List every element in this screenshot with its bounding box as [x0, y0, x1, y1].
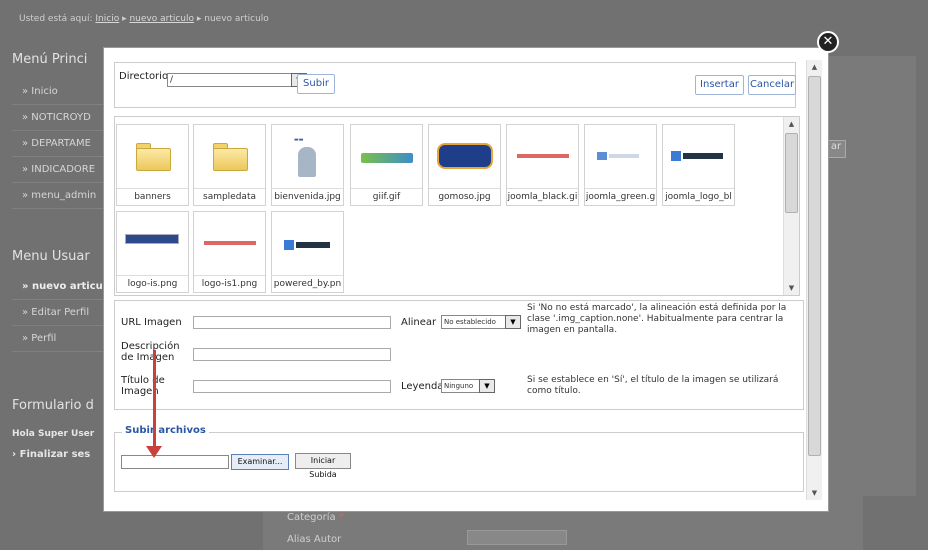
descripcion-input[interactable] — [193, 348, 391, 361]
annotation-arrowhead — [146, 446, 162, 458]
categoria-label: Categoría * — [287, 512, 344, 523]
sidebar-menu-usuario: Menu Usuar » nuevo articu » Editar Perfi… — [12, 249, 107, 352]
breadcrumb-link-inicio[interactable]: Inicio — [95, 14, 119, 24]
chevron-down-icon: ▼ — [505, 315, 521, 329]
image-properties: URL Imagen Alinear No establecido ▼ Si '… — [114, 300, 804, 410]
url-label: URL Imagen — [121, 317, 182, 328]
titulo-input[interactable] — [193, 380, 391, 393]
sidebar-heading: Formulario d — [12, 398, 94, 413]
sidebar-menu-principal: Menú Princi » Inicio » NOTICROYD » DEPAR… — [12, 52, 107, 209]
upload-legend: Subir archivos — [122, 425, 209, 436]
logout-button[interactable]: › Finalizar ses — [12, 449, 107, 460]
file-item[interactable]: joomla_logo_bl — [662, 124, 735, 206]
scroll-up-icon[interactable]: ▲ — [807, 60, 822, 74]
breadcrumb-prefix: Usted está aquí: — [19, 14, 93, 24]
chevron-down-icon: ▼ — [479, 379, 495, 393]
leyenda-note: Si se establece en 'Sí', el título de la… — [527, 375, 779, 396]
file-item[interactable]: banners — [116, 124, 189, 206]
leyenda-label: Leyenda — [401, 381, 444, 392]
scroll-down-icon[interactable]: ▼ — [807, 486, 822, 500]
sidebar-item-inicio[interactable]: » Inicio — [12, 79, 107, 105]
dialog-scrollbar[interactable]: ▲ ▼ — [806, 60, 822, 500]
sidebar-item-menu-admin[interactable]: » menu_admin — [12, 183, 107, 209]
image-thumbnail — [429, 125, 500, 189]
close-icon[interactable]: ✕ — [817, 31, 839, 53]
file-item[interactable]: joomla_green.g — [584, 124, 657, 206]
cancelar-button[interactable]: Cancelar — [748, 75, 796, 95]
descripcion-label: Descripción de Imagen — [121, 341, 180, 363]
alinear-note: Si 'No no está marcado', la alineación e… — [527, 303, 787, 335]
sidebar-item-nuevo-articulo[interactable]: » nuevo articu — [12, 274, 107, 300]
breadcrumb-current: nuevo articulo — [204, 14, 269, 24]
sidebar-heading: Menú Princi — [12, 52, 88, 67]
alinear-label: Alinear — [401, 317, 437, 328]
scroll-down-icon[interactable]: ▼ — [784, 281, 799, 295]
file-item[interactable]: powered_by.pn — [271, 211, 344, 293]
image-thumbnail: ▬▬ — [272, 125, 343, 189]
file-item[interactable]: ▬▬ bienvenida.jpg — [271, 124, 344, 206]
directory-toolbar: Directorio / ▼ Subir Insertar Cancelar — [114, 62, 796, 108]
file-item[interactable]: logo-is1.png — [193, 211, 266, 293]
image-thumbnail — [117, 212, 188, 276]
image-thumbnail — [507, 125, 578, 189]
leyenda-select[interactable]: Ninguno ▼ — [441, 379, 495, 393]
sidebar-item-departamentos[interactable]: » DEPARTAME — [12, 131, 107, 157]
sidebar-item-editar-perfil[interactable]: » Editar Perfil — [12, 300, 107, 326]
alinear-select[interactable]: No establecido ▼ — [441, 315, 521, 329]
file-path-input[interactable] — [121, 455, 229, 469]
breadcrumb: Usted está aquí: Inicio ▸ nuevo articulo… — [19, 14, 269, 24]
image-thumbnail — [272, 212, 343, 276]
background-button: ar — [826, 140, 846, 158]
image-thumbnail — [585, 125, 656, 189]
sidebar-item-indicadores[interactable]: » INDICADORE — [12, 157, 107, 183]
image-thumbnail — [351, 125, 422, 189]
right-panel — [826, 56, 916, 496]
folder-icon — [213, 143, 248, 171]
sidebar-formulario: Formulario d Hola Super User › Finalizar… — [12, 398, 107, 460]
file-item[interactable]: sampledata — [193, 124, 266, 206]
alias-label: Alias Autor — [287, 534, 342, 545]
iniciar-subida-button[interactable]: Iniciar Subida — [295, 453, 351, 479]
folder-icon — [136, 143, 171, 171]
image-thumbnail — [663, 125, 734, 189]
file-browser: banners sampledata ▬▬ bienvenida.jpg gii… — [114, 116, 800, 296]
scroll-up-icon[interactable]: ▲ — [784, 117, 799, 131]
greeting-text: Hola Super User — [12, 429, 95, 439]
alias-input — [467, 530, 567, 545]
annotation-arrow — [153, 350, 156, 448]
scroll-thumb[interactable] — [808, 76, 821, 456]
directorio-label: Directorio — [119, 71, 169, 82]
titulo-label: Título de Imagen — [121, 375, 165, 397]
insertar-button[interactable]: Insertar — [695, 75, 744, 95]
upload-section: Subir archivos Examinar... Iniciar Subid… — [114, 425, 804, 492]
file-item[interactable]: logo-is.png — [116, 211, 189, 293]
file-browser-scrollbar[interactable]: ▲ ▼ — [783, 117, 799, 295]
file-item[interactable]: joomla_black.gi — [506, 124, 579, 206]
file-item[interactable]: gomoso.jpg — [428, 124, 501, 206]
sidebar-item-noticroyd[interactable]: » NOTICROYD — [12, 105, 107, 131]
directory-select[interactable]: / ▼ — [167, 73, 307, 87]
scroll-thumb[interactable] — [785, 133, 798, 213]
image-thumbnail — [194, 212, 265, 276]
sidebar-heading: Menu Usuar — [12, 249, 90, 264]
url-input[interactable] — [193, 316, 391, 329]
subir-button[interactable]: Subir — [297, 74, 335, 94]
file-item[interactable]: giif.gif — [350, 124, 423, 206]
sidebar-item-perfil[interactable]: » Perfil — [12, 326, 107, 352]
examinar-button[interactable]: Examinar... — [231, 454, 289, 470]
breadcrumb-link-nuevo[interactable]: nuevo articulo — [129, 14, 194, 24]
image-insert-dialog: Directorio / ▼ Subir Insertar Cancelar b… — [103, 47, 829, 512]
